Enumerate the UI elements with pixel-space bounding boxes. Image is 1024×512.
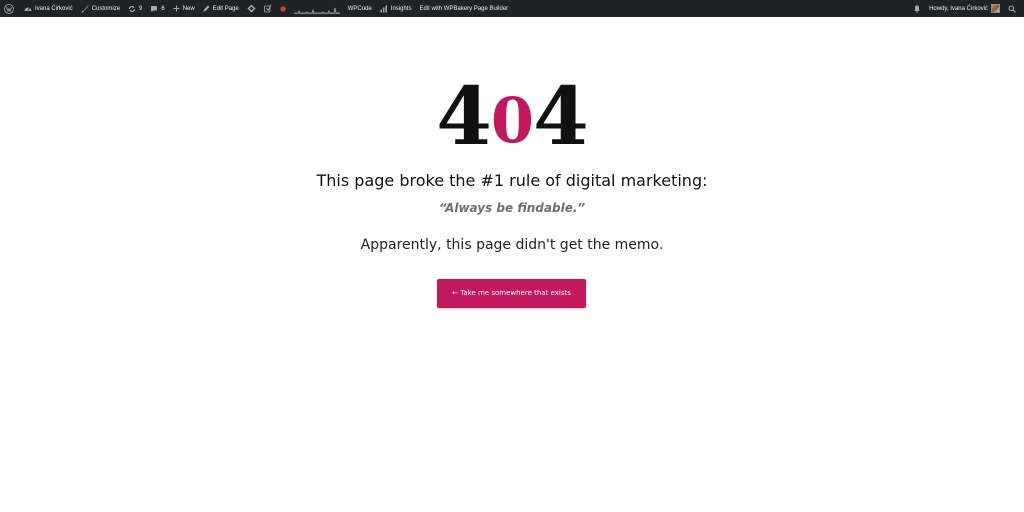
red-dot-icon bbox=[280, 5, 286, 12]
wpbakery-link[interactable]: Edit with WPBakery Page Builder bbox=[415, 0, 512, 17]
dashboard-icon bbox=[24, 7, 32, 11]
yoast-icon bbox=[263, 4, 272, 12]
updates-icon bbox=[129, 5, 136, 12]
admin-bar: Ivana Ćirković Customize 9 6 New Edit Pa… bbox=[0, 0, 1024, 17]
updates-count: 9 bbox=[139, 5, 143, 12]
howdy-label: Howdy, Ivana Ćirković bbox=[929, 5, 988, 12]
new-label: New bbox=[182, 5, 195, 12]
error-headline: This page broke the #1 rule of digital m… bbox=[316, 171, 708, 190]
error-code-digit-1: 4 bbox=[436, 69, 492, 163]
stats-sparkline-icon bbox=[293, 7, 340, 14]
insights-menu[interactable]: Insights bbox=[376, 0, 416, 17]
comment-bubble-icon bbox=[151, 5, 158, 12]
admin-bar-right: Howdy, Ivana Ćirković bbox=[909, 0, 1020, 17]
take-me-home-button[interactable]: ← Take me somewhere that exists bbox=[437, 279, 586, 308]
bell-icon bbox=[914, 5, 921, 13]
bar-chart-icon bbox=[380, 5, 387, 12]
comments-link[interactable]: 6 bbox=[146, 0, 168, 17]
notifications-button[interactable] bbox=[909, 0, 925, 17]
avatar bbox=[991, 4, 1000, 13]
error-memo: Apparently, this page didn't get the mem… bbox=[360, 237, 664, 253]
yoast-menu[interactable] bbox=[260, 0, 276, 17]
customize-label: Customize bbox=[91, 5, 121, 12]
error-quote: “Always be findable.” bbox=[438, 201, 586, 215]
status-indicator[interactable] bbox=[276, 0, 290, 17]
wordpress-menu[interactable] bbox=[4, 0, 20, 17]
edit-page-link[interactable]: Edit Page bbox=[199, 0, 243, 17]
admin-bar-left: Ivana Ćirković Customize 9 6 New Edit Pa… bbox=[4, 0, 512, 17]
wpcode-menu[interactable]: WPCode bbox=[344, 0, 376, 17]
error-code-digit-3: 4 bbox=[533, 69, 589, 163]
brush-icon bbox=[81, 5, 89, 12]
search-button[interactable] bbox=[1004, 0, 1020, 17]
edit-page-label: Edit Page bbox=[212, 5, 239, 12]
my-account-menu[interactable]: Howdy, Ivana Ćirković bbox=[925, 0, 1004, 17]
plugin-menu[interactable] bbox=[243, 0, 260, 17]
plus-icon bbox=[173, 5, 180, 12]
error-page-content: 404 This page broke the #1 rule of digit… bbox=[0, 17, 1024, 512]
wpbakery-label: Edit with WPBakery Page Builder bbox=[419, 5, 509, 12]
diamond-icon bbox=[247, 4, 256, 13]
error-code-digit-2: 0 bbox=[490, 84, 534, 157]
updates-link[interactable]: 9 bbox=[124, 0, 146, 17]
wpcode-label: WPCode bbox=[347, 5, 372, 12]
site-name-label: Ivana Ćirković bbox=[35, 5, 73, 12]
site-name-menu[interactable]: Ivana Ćirković bbox=[20, 0, 77, 17]
new-content-menu[interactable]: New bbox=[169, 0, 199, 17]
comments-count: 6 bbox=[161, 5, 165, 12]
search-icon bbox=[1008, 5, 1016, 13]
insights-label: Insights bbox=[390, 5, 412, 12]
pencil-icon bbox=[203, 5, 210, 12]
wordpress-logo-icon bbox=[4, 3, 14, 14]
customize-link[interactable]: Customize bbox=[77, 0, 124, 17]
stats-sparkline[interactable] bbox=[290, 0, 344, 17]
error-code-heading: 404 bbox=[0, 71, 1024, 166]
